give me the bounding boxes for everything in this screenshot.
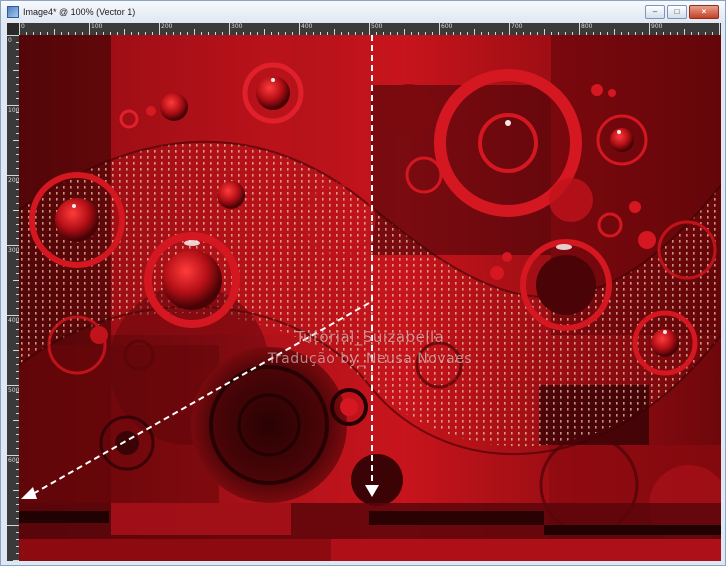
minimize-button[interactable]: – <box>645 5 665 19</box>
close-button[interactable]: × <box>689 5 719 19</box>
ruler-tick <box>509 23 510 35</box>
ruler-label: 200 <box>161 23 173 30</box>
ruler-tick <box>159 23 160 35</box>
ruler-tick <box>7 455 19 456</box>
ruler-tick <box>7 385 19 386</box>
ruler-corner <box>7 23 19 35</box>
ruler-tick <box>369 23 370 35</box>
ruler-tick <box>579 23 580 35</box>
ruler-tick <box>7 315 19 316</box>
ruler-label: 300 <box>231 23 243 30</box>
ruler-tick <box>7 35 19 36</box>
watermark-line-1: Tutorial_Suizabella <box>295 328 445 346</box>
watermark-line-2: Tradução by_Neusa Novaes <box>267 351 473 367</box>
ruler-label: 0 <box>8 37 12 44</box>
ruler-tick <box>89 23 90 35</box>
ruler-label: 100 <box>91 23 103 30</box>
ruler-tick <box>19 23 20 35</box>
ruler-label: 800 <box>581 23 593 30</box>
horizontal-ruler[interactable]: 0 100 200 300 400 500 600 700 800 900 <box>19 23 721 35</box>
vertical-ruler[interactable]: 0 100 200 300 400 500 600 <box>7 35 19 561</box>
ruler-tick <box>719 23 720 35</box>
title-bar[interactable]: Image4* @ 100% (Vector 1) – □ × <box>1 1 725 23</box>
ruler-tick <box>7 525 19 526</box>
ruler-label: 500 <box>371 23 383 30</box>
image-window: Image4* @ 100% (Vector 1) – □ × 0 100 20… <box>0 0 726 566</box>
ruler-label: 400 <box>301 23 313 30</box>
ruler-label: 0 <box>21 23 25 30</box>
ruler-label: 900 <box>651 23 663 30</box>
ruler-tick <box>439 23 440 35</box>
maximize-button[interactable]: □ <box>667 5 687 19</box>
window-controls: – □ × <box>645 5 719 19</box>
ruler-label: 600 <box>441 23 453 30</box>
image-document-icon <box>7 6 19 18</box>
ruler-tick <box>7 245 19 246</box>
ruler-tick <box>649 23 650 35</box>
ruler-label: 700 <box>511 23 523 30</box>
ruler-tick <box>229 23 230 35</box>
window-title: Image4* @ 100% (Vector 1) <box>23 7 136 17</box>
artwork <box>19 35 721 561</box>
ruler-tick <box>7 175 19 176</box>
image-canvas[interactable]: Tutorial_Suizabella Tradução by_Neusa No… <box>19 35 721 561</box>
ruler-tick <box>7 105 19 106</box>
ruler-tick <box>299 23 300 35</box>
